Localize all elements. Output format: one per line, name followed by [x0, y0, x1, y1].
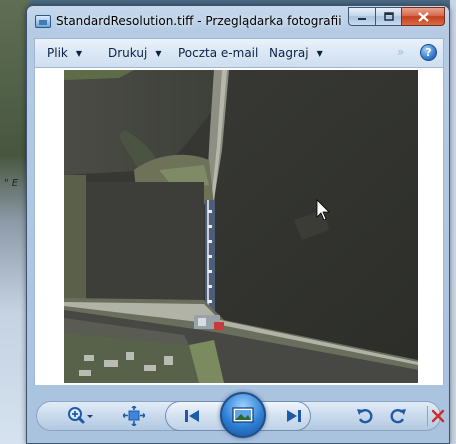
rotate-right-button[interactable]	[387, 405, 409, 427]
next-button[interactable]	[280, 406, 308, 426]
minimize-icon	[358, 17, 366, 20]
maximize-button[interactable]	[375, 7, 401, 26]
caption-buttons	[348, 7, 445, 27]
window-title: StandardResolution.tiff - Przeglądarka f…	[56, 14, 344, 28]
actual-size-button[interactable]	[122, 405, 146, 427]
delete-button[interactable]	[428, 405, 448, 427]
menu-file-label: Plik	[47, 46, 68, 60]
dropdown-arrow-icon: ▼	[316, 48, 323, 58]
delete-icon	[431, 409, 445, 423]
menu-print[interactable]: Drukuj ▼	[108, 46, 161, 60]
photo-viewer-app-icon[interactable]	[35, 15, 51, 28]
menu-burn[interactable]: Nagraj ▼	[269, 46, 323, 60]
zoom-button[interactable]	[65, 405, 97, 427]
menu-print-label: Drukuj	[108, 46, 148, 60]
desktop-partial-text: " E	[4, 178, 19, 189]
rotate-right-icon	[390, 409, 406, 424]
menu-overflow-chevron[interactable]: »	[397, 45, 404, 59]
dropdown-arrow-icon: ▼	[75, 48, 83, 58]
aerial-photo[interactable]	[64, 70, 418, 383]
title-bar[interactable]: StandardResolution.tiff - Przeglądarka f…	[27, 6, 449, 36]
slideshow-icon	[232, 407, 254, 423]
menu-file[interactable]: Plik ▼	[47, 46, 82, 60]
image-viewer-area	[34, 68, 444, 385]
previous-icon	[185, 410, 199, 422]
minimize-button[interactable]	[348, 7, 375, 26]
maximize-icon	[383, 12, 394, 21]
zoom-icon	[68, 407, 93, 424]
rotate-left-icon	[357, 409, 373, 424]
close-icon	[417, 11, 429, 22]
previous-button[interactable]	[178, 406, 206, 426]
close-button[interactable]	[401, 7, 445, 26]
next-icon	[287, 410, 301, 422]
photo-viewer-window: StandardResolution.tiff - Przeglądarka f…	[26, 5, 450, 444]
help-icon[interactable]: ?	[420, 44, 437, 61]
menu-email-label: Poczta e-mail	[178, 46, 259, 60]
menu-email[interactable]: Poczta e-mail	[178, 46, 258, 60]
viewer-toolbar	[34, 388, 445, 440]
aerial-photo-image	[64, 70, 418, 383]
slideshow-button[interactable]	[220, 392, 266, 438]
command-bar: Plik ▼ Drukuj ▼ Poczta e-mail Nagraj ▼ »…	[34, 38, 444, 68]
menu-burn-label: Nagraj	[269, 46, 309, 60]
desktop-background-right	[450, 0, 456, 444]
dropdown-arrow-icon: ▼	[155, 48, 162, 58]
rotate-left-button[interactable]	[354, 405, 376, 427]
actual-size-icon	[123, 406, 145, 426]
